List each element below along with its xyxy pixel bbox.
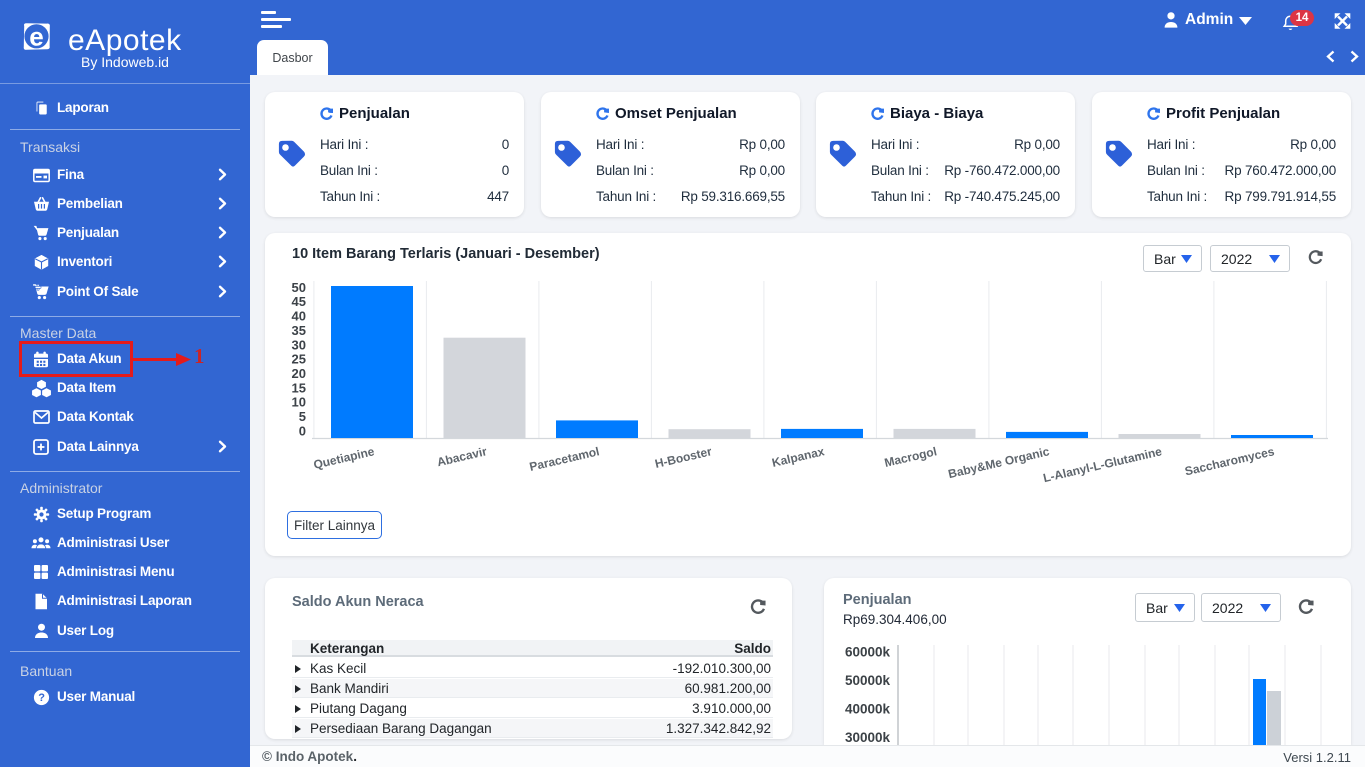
svg-text:0: 0 — [299, 423, 306, 438]
svg-text:L-Alanyl-L-Glutamine: L-Alanyl-L-Glutamine — [1042, 444, 1164, 485]
svg-text:15: 15 — [292, 380, 306, 395]
svg-text:Quetiapine: Quetiapine — [312, 444, 376, 472]
svg-text:Baby&Me Organic: Baby&Me Organic — [947, 444, 1051, 481]
svg-text:Saccharomyces: Saccharomyces — [1183, 444, 1276, 478]
svg-text:30000k: 30000k — [845, 730, 891, 745]
svg-text:60000k: 60000k — [845, 645, 891, 660]
svg-text:35: 35 — [292, 323, 306, 338]
svg-text:10: 10 — [292, 395, 306, 410]
svg-text:40: 40 — [292, 309, 306, 324]
svg-text:H-Booster: H-Booster — [653, 444, 713, 471]
svg-text:Kalpanax: Kalpanax — [771, 444, 826, 470]
svg-text:25: 25 — [292, 352, 306, 367]
svg-text:5: 5 — [299, 409, 306, 424]
svg-text:45: 45 — [292, 294, 306, 309]
svg-text:30: 30 — [292, 337, 306, 352]
svg-text:50: 50 — [292, 280, 306, 295]
svg-text:?: ? — [38, 692, 45, 704]
svg-text:Paracetamol: Paracetamol — [528, 444, 601, 474]
svg-text:e: e — [29, 22, 43, 52]
svg-text:40000k: 40000k — [845, 702, 891, 717]
svg-text:50000k: 50000k — [845, 673, 891, 688]
svg-text:20: 20 — [292, 366, 306, 381]
svg-text:Abacavir: Abacavir — [436, 444, 489, 469]
svg-text:Macrogol: Macrogol — [883, 444, 938, 470]
